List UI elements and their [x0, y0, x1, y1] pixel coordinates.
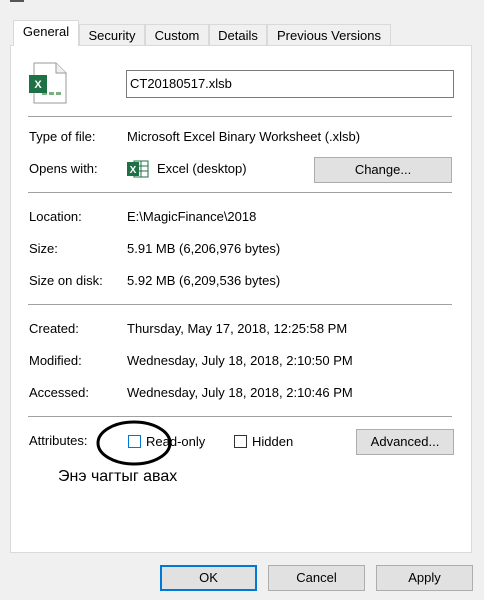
tab-general[interactable]: General — [13, 20, 79, 46]
opens-with-label: Opens with: — [29, 161, 98, 176]
svg-text:X: X — [34, 79, 42, 91]
tab-custom[interactable]: Custom — [145, 24, 209, 46]
title-bar-line — [10, 0, 24, 2]
location-value: E:\MagicFinance\2018 — [127, 209, 257, 224]
type-of-file-label: Type of file: — [29, 129, 96, 144]
change-button[interactable]: Change... — [314, 157, 452, 183]
annotation-text: Энэ чагтыг авах — [58, 468, 178, 485]
excel-app-icon: X — [127, 160, 149, 178]
cancel-button[interactable]: Cancel — [268, 565, 365, 591]
tab-previous-versions[interactable]: Previous Versions — [267, 24, 391, 46]
accessed-value: Wednesday, July 18, 2018, 2:10:46 PM — [127, 385, 353, 400]
separator — [28, 192, 452, 193]
tab-details[interactable]: Details — [209, 24, 267, 46]
size-label: Size: — [29, 241, 58, 256]
modified-value: Wednesday, July 18, 2018, 2:10:50 PM — [127, 353, 353, 368]
location-label: Location: — [29, 209, 82, 224]
filename-field[interactable]: CT20180517.xlsb — [126, 70, 454, 98]
size-on-disk-label: Size on disk: — [29, 273, 103, 288]
created-label: Created: — [29, 321, 79, 336]
size-on-disk-value: 5.92 MB (6,209,536 bytes) — [127, 273, 281, 288]
separator — [28, 304, 452, 305]
size-value: 5.91 MB (6,206,976 bytes) — [127, 241, 281, 256]
modified-label: Modified: — [29, 353, 82, 368]
advanced-button[interactable]: Advanced... — [356, 429, 454, 455]
type-of-file-value: Microsoft Excel Binary Worksheet (.xlsb) — [127, 129, 361, 144]
apply-button[interactable]: Apply — [376, 565, 473, 591]
title-bar-remnant — [0, 0, 484, 8]
svg-text:X: X — [130, 165, 137, 176]
hidden-checkbox[interactable] — [234, 435, 247, 448]
accessed-label: Accessed: — [29, 385, 89, 400]
separator — [28, 416, 452, 417]
ok-button[interactable]: OK — [160, 565, 257, 591]
attributes-label: Attributes: — [29, 433, 88, 448]
excel-file-icon: X — [29, 62, 67, 104]
separator — [28, 116, 452, 117]
tab-security[interactable]: Security — [79, 24, 145, 46]
hidden-label[interactable]: Hidden — [252, 434, 293, 449]
created-value: Thursday, May 17, 2018, 12:25:58 PM — [127, 321, 348, 336]
annotation-circle — [96, 420, 172, 466]
opens-with-app: Excel (desktop) — [157, 161, 247, 176]
